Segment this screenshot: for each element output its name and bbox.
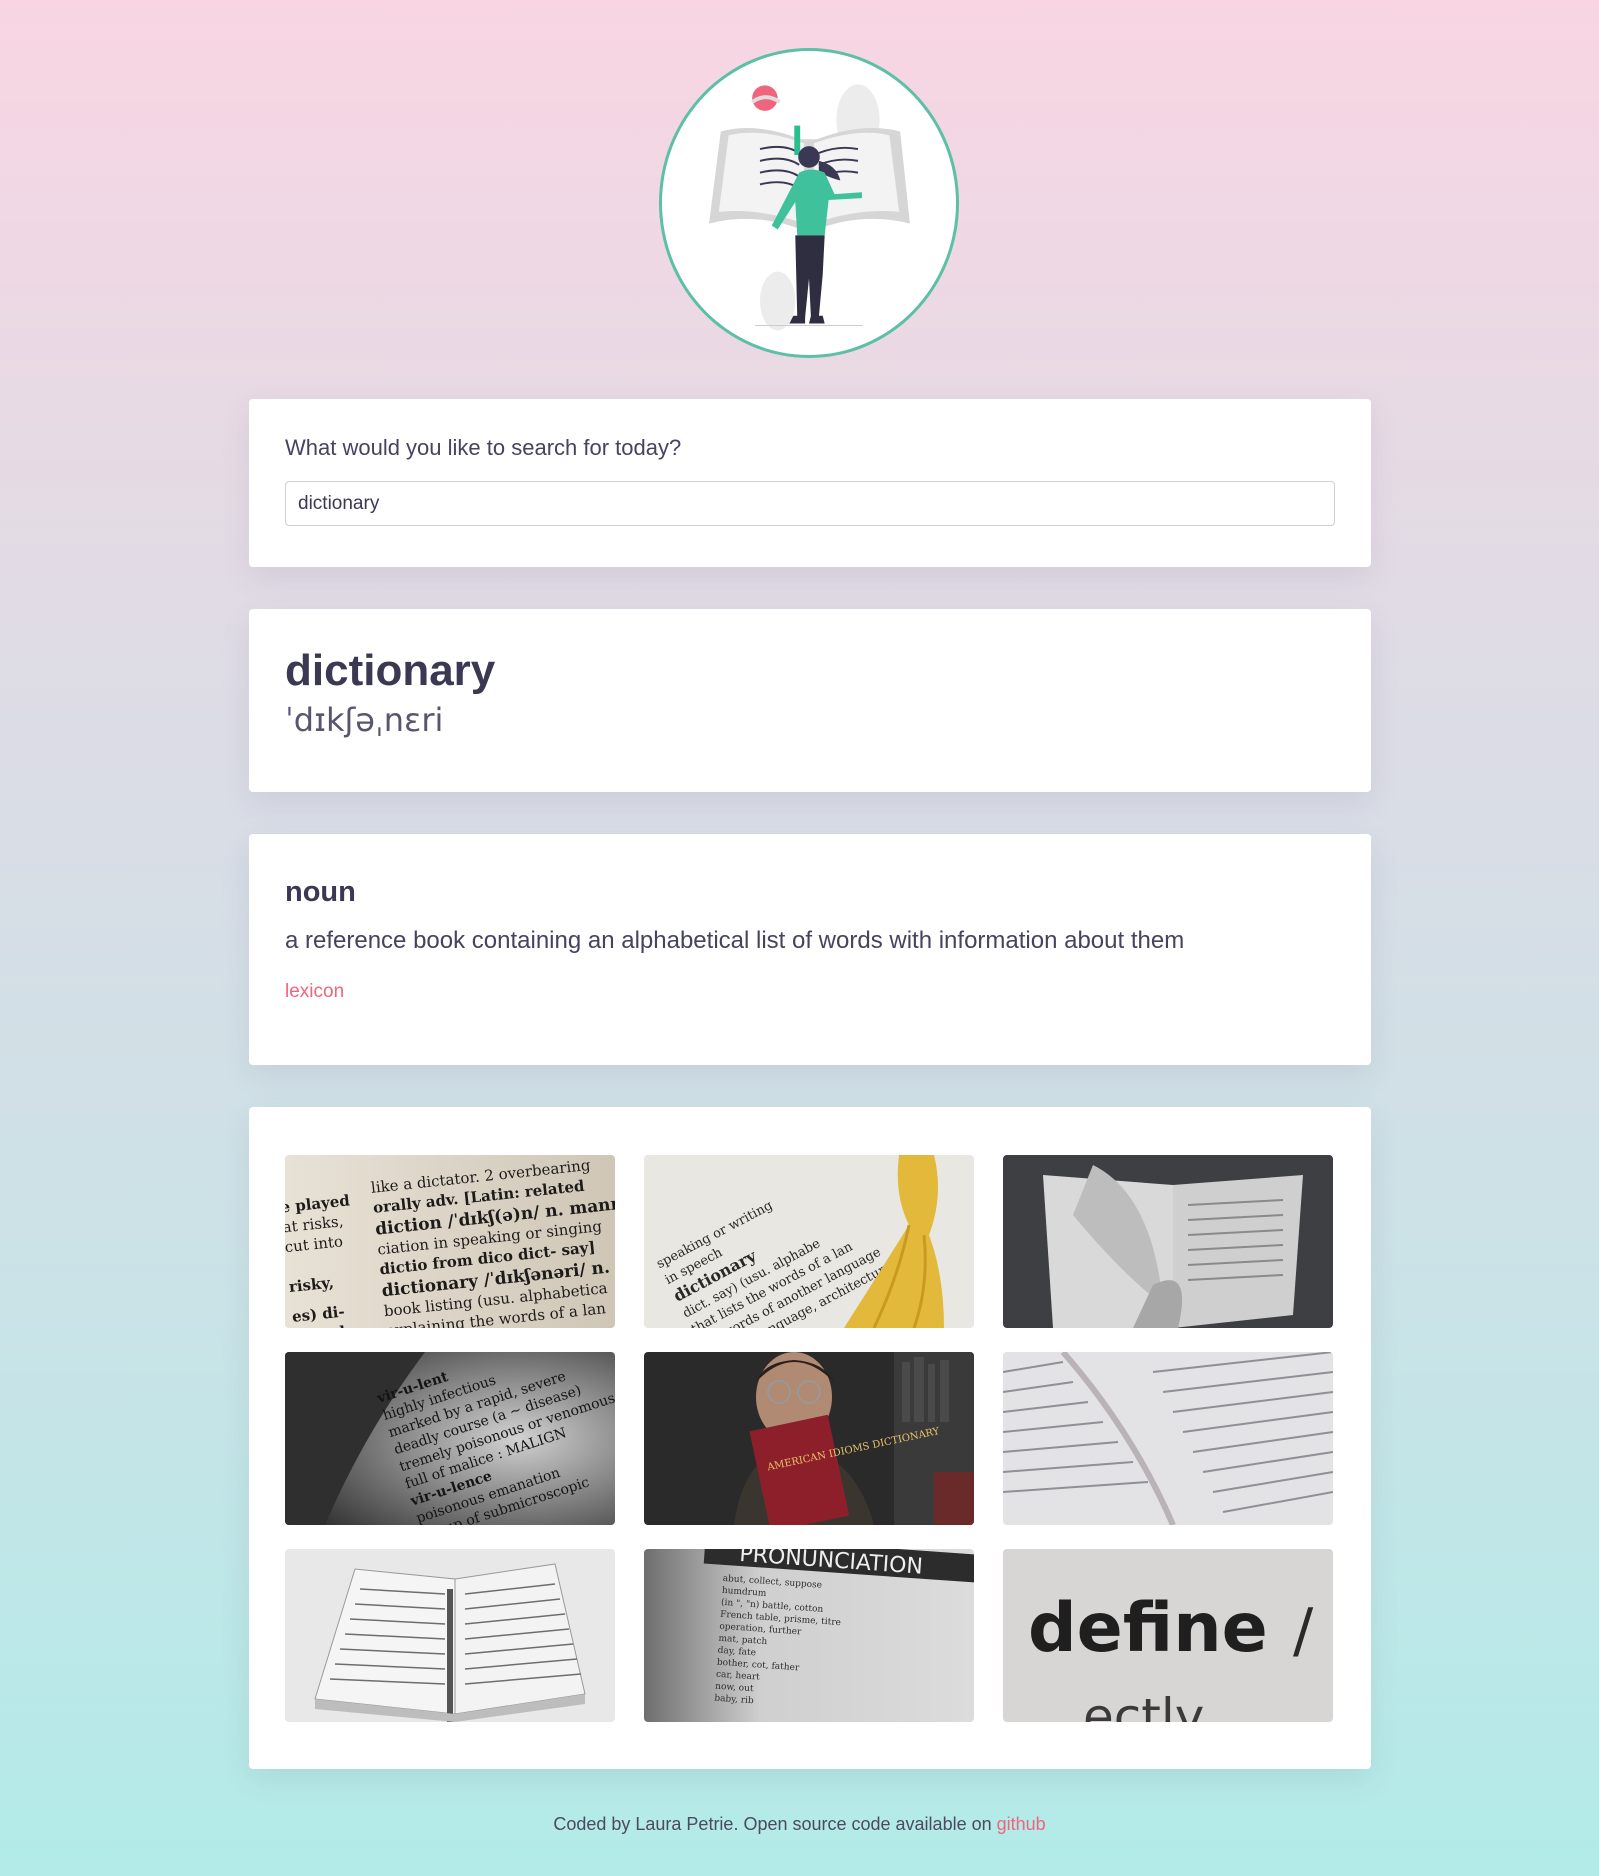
search-card: What would you like to search for today? xyxy=(249,399,1371,567)
reading-woman-illustration xyxy=(709,84,910,331)
photo-define[interactable]: define / ectly xyxy=(1003,1549,1333,1722)
search-label: What would you like to search for today? xyxy=(285,435,682,460)
synonym-link[interactable]: lexicon xyxy=(285,981,344,1003)
photos-card: like a dictator. 2 overbearing orally ad… xyxy=(249,1107,1371,1769)
word-title: dictionary xyxy=(285,646,496,695)
photo-dictionary-pages[interactable] xyxy=(1003,1352,1333,1525)
photo-grid: like a dictator. 2 overbearing orally ad… xyxy=(285,1155,1335,1722)
definition: a reference book containing an alphabeti… xyxy=(285,927,1185,954)
svg-text:ectly: ectly xyxy=(1083,1688,1204,1722)
footer-text: Coded by Laura Petrie. Open source code … xyxy=(553,1814,997,1834)
photo-dictionary-tassel[interactable]: speaking or writing in speech dictionary… xyxy=(644,1155,974,1328)
svg-text:/: / xyxy=(1293,1596,1314,1666)
word-card: dictionary ˈdɪkʃəˌnɛri xyxy=(249,609,1371,792)
meaning-card: noun a reference book containing an alph… xyxy=(249,834,1371,1065)
part-of-speech: noun xyxy=(285,876,356,908)
app-logo xyxy=(659,48,959,358)
github-link[interactable]: github xyxy=(997,1814,1046,1834)
footer: Coded by Laura Petrie. Open source code … xyxy=(0,1814,1599,1835)
photo-open-book-bw[interactable] xyxy=(1003,1155,1333,1328)
photo-pronunciation-page[interactable]: PRONUNCIATION abut, collect, suppose hum… xyxy=(644,1549,974,1722)
photo-virulent-page[interactable]: vir-u-lent highly infectious marked by a… xyxy=(285,1352,615,1525)
svg-text:define: define xyxy=(1028,1589,1268,1668)
search-input[interactable] xyxy=(285,481,1335,526)
photo-dictionary-entry[interactable]: like a dictator. 2 overbearing orally ad… xyxy=(285,1155,615,1328)
photo-man-with-dictionary[interactable]: AMERICAN IDIOMS DICTIONARY xyxy=(644,1352,974,1525)
photo-book-with-pen[interactable] xyxy=(285,1549,615,1722)
word-phonetic: ˈdɪkʃəˌnɛri xyxy=(285,701,444,740)
